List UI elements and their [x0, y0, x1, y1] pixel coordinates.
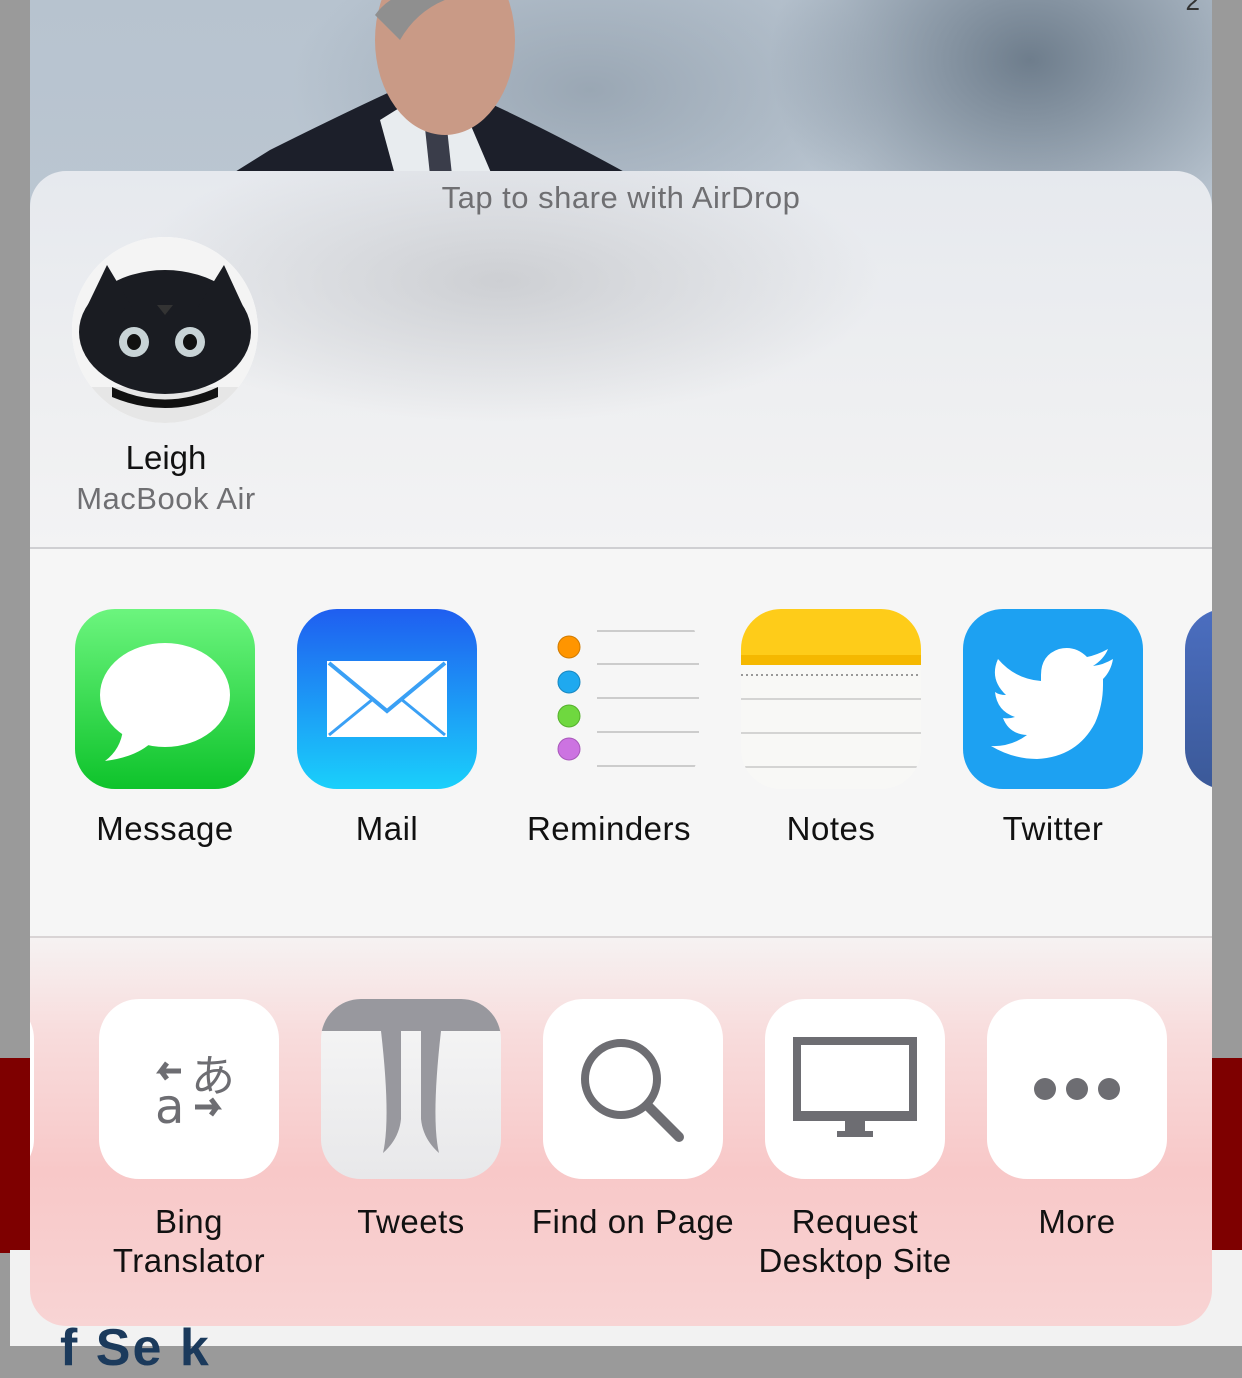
- action-label: Request Desktop Site: [758, 1203, 952, 1279]
- action-icon: [30, 999, 34, 1179]
- action-label: More: [1038, 1203, 1116, 1240]
- share-sheet: Tap to share with AirDrop Leigh MacBook …: [30, 171, 1212, 1326]
- svg-text:a: a: [155, 1079, 184, 1135]
- share-app-label: Mail: [355, 810, 419, 847]
- message-icon: [75, 609, 255, 789]
- twitter-icon: [963, 609, 1143, 789]
- share-app-label: Twitter: [1002, 810, 1104, 847]
- notes-icon: [741, 609, 921, 789]
- person-photo: [230, 0, 630, 175]
- desktop-icon: [765, 999, 945, 1179]
- share-app-facebook[interactable]: F: [1164, 609, 1212, 848]
- action-label: Find on Page: [531, 1203, 735, 1240]
- share-app-label: Reminders: [526, 810, 692, 847]
- share-app-label: Message: [96, 810, 234, 847]
- share-app-twitter[interactable]: Twitter: [942, 609, 1164, 848]
- action-bing-translator[interactable]: あ a Bing Translator: [78, 999, 300, 1280]
- share-app-notes[interactable]: Notes: [720, 609, 942, 848]
- tweets-icon: [321, 999, 501, 1179]
- airdrop-title: Tap to share with AirDrop: [441, 180, 801, 215]
- share-app-label: Notes: [786, 810, 876, 847]
- contact-name: Leigh: [125, 439, 207, 476]
- translate-icon: あ a: [99, 999, 279, 1179]
- share-app-label: F: [1164, 809, 1212, 848]
- more-icon: [987, 999, 1167, 1179]
- mail-icon: [297, 609, 477, 789]
- svg-text:あ: あ: [191, 1051, 235, 1102]
- avatar[interactable]: [72, 237, 258, 423]
- action-label: Bing Translator: [112, 1203, 266, 1279]
- facebook-icon: [1185, 609, 1212, 789]
- action-more[interactable]: More: [966, 999, 1188, 1241]
- page-number: 2: [1185, 0, 1200, 16]
- share-apps-row: Message Mail Reminders Notes Twitter: [30, 549, 1212, 936]
- share-app-message[interactable]: Message: [54, 609, 276, 848]
- action-find-on-page[interactable]: Find on Page: [522, 999, 744, 1241]
- search-icon: [543, 999, 723, 1179]
- reminders-icon: [519, 609, 699, 789]
- cat-avatar-icon: [72, 237, 258, 423]
- airdrop-section: Tap to share with AirDrop Leigh MacBook …: [30, 171, 1212, 547]
- background-heading: f Se k: [60, 1319, 211, 1377]
- actions-row: あ a Bing Translator Tweets Find on Page …: [30, 938, 1212, 1326]
- action-request-desktop-site[interactable]: Request Desktop Site: [744, 999, 966, 1280]
- action-partial[interactable]: [30, 999, 55, 1179]
- share-app-mail[interactable]: Mail: [276, 609, 498, 848]
- action-label: Tweets: [357, 1203, 465, 1240]
- contact-device: MacBook Air: [76, 481, 256, 516]
- action-tweets[interactable]: Tweets: [300, 999, 522, 1241]
- share-app-reminders[interactable]: Reminders: [498, 609, 720, 848]
